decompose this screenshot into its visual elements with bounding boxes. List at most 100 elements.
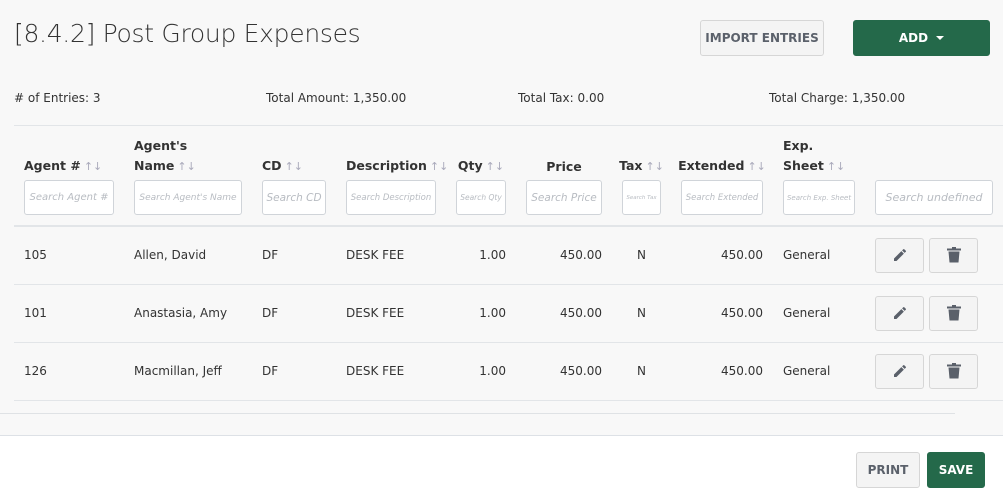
search-agent-name-input[interactable] bbox=[135, 181, 241, 214]
search-exp-sheet-input[interactable] bbox=[784, 181, 854, 214]
column-label: Qty bbox=[457, 158, 483, 173]
search-exp-sheet-field[interactable]: Search Exp. Sheet bbox=[783, 180, 855, 215]
cell-description: DESK FEE bbox=[346, 364, 405, 378]
column-header-qty[interactable]: Qty ↑↓ Search Qty bbox=[446, 126, 516, 226]
cell-tax: N bbox=[637, 364, 646, 378]
cell-cd: DF bbox=[262, 364, 279, 378]
cell-qty: 1.00 bbox=[479, 248, 506, 263]
save-button[interactable]: SAVE bbox=[927, 452, 985, 488]
column-header-actions[interactable]: Search undefined bbox=[865, 126, 1003, 226]
cell-agent-number: 105 bbox=[24, 248, 47, 263]
cell-exp-sheet: General bbox=[783, 248, 831, 263]
cell-agent-name: Allen, David bbox=[134, 248, 207, 263]
cell-extended: 450.00 bbox=[721, 364, 763, 378]
cell-exp-sheet: General bbox=[783, 364, 831, 378]
import-entries-label: IMPORT ENTRIES bbox=[705, 31, 819, 45]
column-header-description[interactable]: Description ↑↓ Search Description bbox=[336, 126, 448, 226]
sort-icon[interactable]: ↑↓ bbox=[646, 160, 664, 173]
add-label: ADD bbox=[898, 31, 929, 45]
cell-actions bbox=[865, 226, 1003, 284]
cell-price: 450.00 bbox=[560, 306, 602, 320]
delete-button[interactable] bbox=[929, 237, 978, 273]
search-agent-name-field[interactable]: Search Agent's Name bbox=[134, 180, 242, 215]
cell-description: DESK FEE bbox=[346, 248, 405, 263]
search-description-input[interactable] bbox=[347, 181, 435, 214]
cell-cd: DF bbox=[262, 248, 279, 263]
cell-agent-number: 126 bbox=[24, 364, 47, 378]
search-actions-field[interactable]: Search undefined bbox=[875, 180, 993, 215]
search-agent-number-field[interactable]: Search Agent # bbox=[24, 180, 114, 215]
column-label-wrap: Agent's Name ↑↓ bbox=[134, 126, 242, 180]
search-actions-input[interactable] bbox=[876, 181, 992, 214]
delete-button[interactable] bbox=[929, 353, 978, 389]
column-label-wrap: Exp. Sheet ↑↓ bbox=[783, 126, 855, 180]
header-row: Agent # ↑↓ Search Agent # Agent's Name ↑↓ Sea… bbox=[14, 126, 1003, 226]
column-label: Tax bbox=[619, 158, 643, 173]
column-header-tax[interactable]: Tax ↑↓ Search Tax bbox=[612, 126, 671, 226]
cell-cd: DF bbox=[262, 306, 279, 320]
edit-button[interactable] bbox=[875, 237, 924, 273]
sort-icon[interactable]: ↑↓ bbox=[177, 160, 195, 173]
page-title: [8.4.2] Post Group Expenses bbox=[14, 19, 361, 48]
search-tax-field[interactable]: Search Tax bbox=[622, 180, 661, 215]
table-row: 101 Anastasia, Amy DF DESK FEE 1.00 450.00 N 45… bbox=[14, 284, 1003, 342]
sort-icon[interactable]: ↑↓ bbox=[285, 160, 303, 173]
search-price-input[interactable] bbox=[527, 181, 601, 214]
column-header-agent-number[interactable]: Agent # ↑↓ Search Agent # bbox=[14, 126, 124, 226]
add-dropdown-button[interactable]: ADD bbox=[853, 20, 990, 56]
import-entries-button[interactable]: IMPORT ENTRIES bbox=[700, 20, 824, 56]
pencil-icon bbox=[893, 306, 906, 319]
edit-button[interactable] bbox=[875, 295, 924, 331]
print-button[interactable]: PRINT bbox=[856, 452, 920, 488]
column-header-cd[interactable]: CD ↑↓ Search CD bbox=[252, 126, 336, 226]
cell-extended: 450.00 bbox=[721, 306, 763, 320]
search-extended-field[interactable]: Search Extended bbox=[681, 180, 763, 215]
search-qty-field[interactable]: Search Qty bbox=[456, 180, 506, 215]
total-amount: Total Amount: 1,350.00 bbox=[266, 91, 407, 105]
expenses-table: Agent # ↑↓ Search Agent # Agent's Name ↑↓ Sea… bbox=[14, 126, 1003, 401]
entries-count: # of Entries: 3 bbox=[14, 91, 101, 105]
column-label-wrap: Agent # ↑↓ bbox=[24, 126, 114, 180]
edit-button[interactable] bbox=[875, 353, 924, 389]
column-label: Extended bbox=[678, 158, 745, 173]
search-cd-input[interactable] bbox=[263, 181, 325, 214]
sort-icon[interactable]: ↑↓ bbox=[486, 160, 504, 173]
column-header-price[interactable]: Price Search Price bbox=[516, 126, 612, 226]
cell-agent-number: 101 bbox=[24, 306, 47, 320]
cell-price: 450.00 bbox=[560, 364, 602, 378]
sort-icon[interactable]: ↑↓ bbox=[747, 160, 765, 173]
column-label: CD bbox=[262, 158, 282, 173]
sort-icon[interactable]: ↑↓ bbox=[827, 160, 845, 173]
column-label-wrap: Description ↑↓ bbox=[346, 126, 448, 180]
search-qty-input[interactable] bbox=[457, 181, 505, 214]
delete-button[interactable] bbox=[929, 295, 978, 331]
column-header-agent-name[interactable]: Agent's Name ↑↓ Search Agent's Name bbox=[124, 126, 252, 226]
column-header-exp-sheet[interactable]: Exp. Sheet ↑↓ Search Exp. Sheet bbox=[773, 126, 865, 226]
cell-qty: 1.00 bbox=[479, 364, 506, 378]
total-charge: Total Charge: 1,350.00 bbox=[769, 91, 906, 105]
column-label: Exp. Sheet bbox=[783, 138, 824, 173]
total-tax: Total Tax: 0.00 bbox=[518, 91, 605, 105]
search-cd-field[interactable]: Search CD bbox=[262, 180, 326, 215]
cell-agent-name: Anastasia, Amy bbox=[134, 306, 228, 320]
column-header-extended[interactable]: Extended ↑↓ Search Extended bbox=[671, 126, 773, 226]
search-description-field[interactable]: Search Description bbox=[346, 180, 436, 215]
sort-icon[interactable]: ↑↓ bbox=[84, 160, 102, 173]
cell-extended: 450.00 bbox=[721, 248, 763, 263]
column-label-wrap: Tax ↑↓ bbox=[619, 126, 664, 180]
search-agent-number-input[interactable] bbox=[25, 181, 113, 214]
trash-icon bbox=[946, 305, 961, 321]
search-tax-input[interactable] bbox=[623, 181, 660, 214]
column-label: Price bbox=[546, 159, 582, 174]
cell-actions bbox=[865, 284, 1003, 342]
search-extended-input[interactable] bbox=[682, 181, 762, 214]
caret-down-icon bbox=[936, 36, 945, 40]
table-row: 126 Macmillan, Jeff DF DESK FEE 1.00 450.00 N 4… bbox=[14, 342, 1003, 400]
trash-icon bbox=[946, 247, 961, 263]
column-label-wrap: Extended ↑↓ bbox=[678, 126, 766, 180]
pencil-icon bbox=[893, 364, 906, 377]
sort-icon[interactable]: ↑↓ bbox=[430, 160, 448, 173]
main-panel: [8.4.2] Post Group Expenses IMPORT ENTRI… bbox=[0, 0, 1003, 436]
column-label: Description bbox=[346, 158, 427, 173]
search-price-field[interactable]: Search Price bbox=[526, 180, 602, 215]
